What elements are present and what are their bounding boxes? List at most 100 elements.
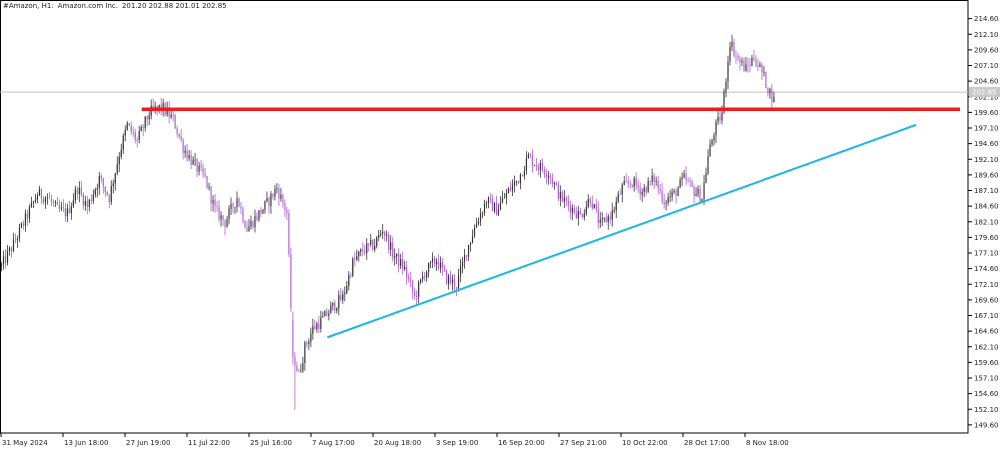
candle-body	[128, 123, 130, 126]
candle-body	[214, 199, 216, 207]
candle	[657, 175, 659, 195]
candle-body	[324, 311, 326, 317]
candle	[759, 61, 761, 68]
candle	[671, 188, 673, 202]
y-tick-label: 194.60	[974, 140, 999, 148]
candle	[332, 302, 334, 311]
candle	[354, 252, 356, 267]
support-trendline	[326, 123, 917, 339]
candle	[342, 290, 344, 304]
candle-body	[635, 177, 637, 186]
candle	[771, 83, 773, 110]
candle	[583, 209, 585, 221]
candle	[24, 209, 27, 232]
x-tick-label: 31 May 2024	[2, 439, 48, 447]
candle	[194, 152, 196, 167]
candle-body	[58, 204, 60, 209]
candle	[112, 179, 114, 194]
candle	[495, 195, 498, 216]
candle	[102, 177, 104, 194]
candle-body	[122, 135, 124, 150]
candle-body	[553, 182, 555, 185]
candle	[66, 203, 68, 222]
candle-body	[378, 234, 380, 238]
candle-body	[479, 213, 482, 222]
candle	[132, 126, 134, 138]
candle-body	[727, 61, 729, 82]
candle	[412, 279, 414, 300]
candle-body	[432, 258, 434, 262]
candle-body	[50, 198, 52, 202]
candle	[312, 318, 314, 340]
candle	[747, 57, 749, 73]
candle-body	[120, 149, 122, 157]
candle-body	[661, 190, 663, 202]
candle	[428, 262, 430, 278]
candle-body	[545, 174, 547, 177]
y-tick-label: 157.10	[974, 375, 999, 383]
candle	[559, 185, 561, 207]
candle	[250, 215, 252, 230]
candle-body	[394, 256, 396, 258]
candle	[98, 171, 100, 195]
candle	[669, 189, 671, 203]
candle	[180, 128, 182, 142]
candle-body	[527, 154, 530, 159]
candle-body	[208, 186, 210, 188]
candle-body	[569, 205, 571, 213]
candle-body	[302, 362, 304, 371]
price-chart[interactable]: 214.60212.10209.60207.10204.60202.10199.…	[0, 0, 1000, 451]
candle-body	[202, 167, 204, 174]
candle	[116, 156, 118, 176]
candle	[629, 180, 631, 189]
candle-body	[138, 131, 140, 140]
candle-body	[739, 58, 741, 63]
candle-body	[755, 59, 757, 66]
candle	[10, 246, 13, 258]
candle-body	[26, 213, 29, 219]
candle	[32, 200, 35, 209]
candle-body	[24, 213, 27, 226]
candle-body	[12, 239, 15, 252]
candle-body	[761, 64, 763, 73]
candle	[30, 196, 33, 208]
candle-body	[80, 187, 82, 195]
candle	[378, 229, 380, 242]
candle	[240, 201, 242, 215]
candle	[505, 189, 508, 205]
candle	[186, 143, 188, 162]
candles	[0, 34, 775, 410]
candle-body	[537, 166, 539, 170]
candle-body	[707, 156, 709, 173]
candle-body	[42, 198, 45, 203]
candle	[707, 149, 709, 176]
candle	[366, 237, 368, 260]
candle-body	[30, 202, 33, 207]
candle-body	[420, 279, 422, 283]
candle-body	[262, 209, 264, 214]
candle-body	[348, 275, 350, 286]
candle-body	[312, 326, 314, 334]
candle-body	[469, 242, 472, 245]
candle-body	[489, 197, 492, 199]
candle	[685, 166, 687, 186]
candle-body	[627, 181, 629, 184]
candle-body	[292, 319, 294, 357]
chart-area[interactable]: #Amazon, H1: Amazon.com Inc. 201.20 202.88…	[0, 0, 1000, 451]
candle-body	[86, 201, 88, 207]
candle-body	[513, 181, 516, 186]
candle-body	[114, 173, 116, 184]
candle-body	[759, 64, 761, 67]
candle-body	[607, 216, 609, 223]
candle	[252, 219, 254, 229]
candle	[404, 260, 406, 271]
candle	[537, 163, 539, 176]
candle	[52, 199, 54, 207]
candle	[324, 309, 326, 317]
candle	[368, 243, 370, 252]
candle-body	[418, 282, 420, 297]
candle	[725, 78, 727, 98]
candle	[222, 215, 224, 226]
candle	[198, 162, 200, 176]
candle-body	[555, 182, 557, 185]
